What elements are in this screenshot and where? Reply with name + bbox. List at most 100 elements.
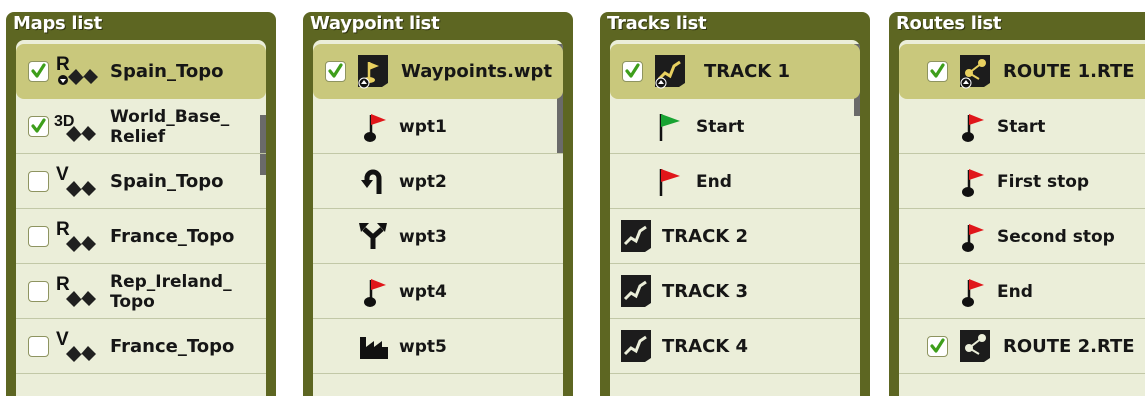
tracks-list: TRACK 1 Start End TRACK 2 TRACK 3 TRACK …: [610, 40, 860, 396]
waypoint-name: wpt2: [399, 171, 447, 192]
map-name: Spain_Topo: [110, 171, 224, 192]
route-file-icon: [960, 330, 990, 362]
list-item[interactable]: TRACK 4: [610, 319, 860, 374]
list-item[interactable]: wpt2: [313, 154, 563, 209]
track-file-icon: [655, 55, 685, 89]
list-item[interactable]: wpt3: [313, 209, 563, 264]
vector-map-icon: V: [56, 329, 96, 362]
list-item[interactable]: Second stop: [899, 209, 1145, 264]
track-point-name: Start: [696, 116, 745, 137]
checkbox[interactable]: [927, 336, 948, 357]
track-file-icon: [621, 275, 651, 307]
routes-list-panel: Routes list ROUTE 1.RTE Start First stop…: [889, 12, 1145, 396]
waypoint-name: wpt1: [399, 116, 447, 137]
factory-icon: [360, 337, 388, 359]
u-turn-arrow-icon: [361, 169, 382, 194]
relief-map-icon: 3D: [54, 113, 96, 142]
checkbox[interactable]: [28, 281, 49, 302]
waypoint-name: wpt5: [399, 336, 447, 357]
maps-list-title: Maps list: [13, 13, 102, 34]
waypoint-name: Waypoints.wpt: [401, 61, 553, 82]
red-flag-icon: [962, 114, 984, 142]
track-file-icon: [621, 220, 651, 252]
route-name: ROUTE 1.RTE: [1003, 61, 1135, 82]
list-item[interactable]: Start: [899, 99, 1145, 154]
map-name: Rep_Ireland_ Topo: [110, 271, 232, 312]
list-item[interactable]: V France_Topo: [16, 319, 266, 374]
tracks-list-panel: Tracks list TRACK 1 Start End TRACK 2 TR…: [600, 12, 870, 396]
red-flag-icon: [659, 169, 680, 196]
svg-text:R: R: [56, 54, 70, 75]
red-flag-icon: [962, 224, 984, 252]
checkbox[interactable]: [28, 336, 49, 357]
list-item[interactable]: wpt1: [313, 99, 563, 154]
checkbox[interactable]: [622, 61, 643, 82]
svg-text:V: V: [56, 164, 69, 185]
route-name: ROUTE 2.RTE: [1003, 336, 1135, 357]
map-name: Spain_Topo: [110, 61, 224, 82]
svg-text:R: R: [56, 274, 70, 295]
list-item[interactable]: First stop: [899, 154, 1145, 209]
checkbox[interactable]: [927, 61, 948, 82]
list-item[interactable]: TRACK 1: [610, 44, 860, 99]
list-item[interactable]: ROUTE 1.RTE: [899, 44, 1145, 99]
checkbox[interactable]: [28, 171, 49, 192]
red-flag-icon: [364, 114, 386, 142]
raster-map-icon: R: [56, 274, 96, 307]
list-item[interactable]: Start: [610, 99, 860, 154]
track-name: TRACK 4: [662, 336, 749, 357]
waypoint-name: wpt4: [399, 281, 447, 302]
route-point-name: End: [997, 281, 1033, 302]
route-point-name: First stop: [997, 171, 1090, 192]
svg-text:R: R: [56, 219, 70, 240]
route-point-name: Second stop: [997, 226, 1115, 247]
track-name: TRACK 2: [662, 226, 749, 247]
svg-text:3D: 3D: [54, 113, 74, 130]
list-item[interactable]: 3D World_Base_ Relief: [16, 99, 266, 154]
map-name: France_Topo: [110, 226, 235, 247]
checkbox[interactable]: [28, 226, 49, 247]
checkbox[interactable]: [28, 116, 49, 137]
raster-map-icon: R: [56, 54, 98, 85]
red-flag-icon: [364, 279, 386, 307]
svg-text:V: V: [56, 329, 69, 350]
route-file-icon: [960, 55, 990, 89]
tracks-list-title: Tracks list: [607, 13, 707, 34]
list-item[interactable]: TRACK 2: [610, 209, 860, 264]
list-item[interactable]: ROUTE 2.RTE: [899, 319, 1145, 374]
list-item[interactable]: TRACK 3: [610, 264, 860, 319]
map-name: World_Base_ Relief: [110, 106, 230, 147]
checkbox[interactable]: [325, 61, 346, 82]
list-item[interactable]: V Spain_Topo: [16, 154, 266, 209]
list-item[interactable]: End: [899, 264, 1145, 319]
checkbox[interactable]: [28, 61, 49, 82]
waypoint-file-icon: [358, 55, 388, 89]
map-name: France_Topo: [110, 336, 235, 357]
waypoint-list: Waypoints.wpt wpt1 wpt2 wpt3 wpt4 wpt5: [313, 40, 563, 396]
waypoint-name: wpt3: [399, 226, 447, 247]
red-flag-icon: [962, 169, 984, 197]
track-file-icon: [621, 330, 651, 362]
track-name: TRACK 3: [662, 281, 749, 302]
waypoint-list-title: Waypoint list: [310, 13, 440, 34]
list-item[interactable]: wpt4: [313, 264, 563, 319]
vector-map-icon: V: [56, 164, 96, 197]
list-item[interactable]: R Spain_Topo: [16, 44, 266, 99]
track-point-name: End: [696, 171, 732, 192]
routes-list: ROUTE 1.RTE Start First stop Second stop…: [899, 40, 1145, 396]
maps-list: R Spain_Topo 3D World_Base_ Relief V Spa…: [16, 40, 266, 396]
waypoint-list-panel: Waypoint list Waypoints.wpt wpt1 wpt2 wp…: [303, 12, 573, 396]
routes-list-title: Routes list: [896, 13, 1002, 34]
raster-map-icon: R: [56, 219, 96, 252]
fork-arrow-icon: [359, 223, 387, 249]
red-flag-icon: [962, 279, 984, 307]
maps-list-panel: Maps list R Spain_Topo 3D World_Base_ Re…: [6, 12, 276, 396]
route-point-name: Start: [997, 116, 1046, 137]
list-item[interactable]: R Rep_Ireland_ Topo: [16, 264, 266, 319]
list-item[interactable]: Waypoints.wpt: [313, 44, 563, 99]
list-item[interactable]: R France_Topo: [16, 209, 266, 264]
green-flag-icon: [659, 114, 680, 141]
list-item[interactable]: wpt5: [313, 319, 563, 374]
track-name: TRACK 1: [704, 61, 791, 82]
list-item[interactable]: End: [610, 154, 860, 209]
